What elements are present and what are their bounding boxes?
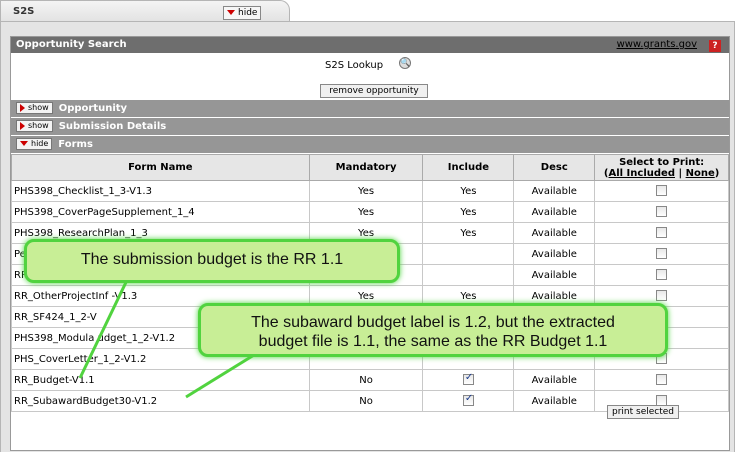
hide-label: hide — [238, 8, 258, 18]
tab-title: S2S — [13, 6, 35, 17]
section-title: Opportunity Search — [16, 39, 127, 50]
desc-cell: Available — [513, 264, 596, 286]
print-selected-button[interactable]: print selected — [607, 405, 679, 419]
include-checkbox[interactable] — [462, 372, 474, 386]
forms-subsection: hide Forms — [11, 136, 729, 153]
callout-submission-budget: The submission budget is the RR 1.1 — [24, 239, 400, 283]
print-cell — [594, 264, 729, 286]
print-cell — [594, 180, 729, 202]
forms-table-header: Form Name Mandatory Include Desc Select … — [11, 154, 729, 181]
lookup-magnifier-icon[interactable]: 🔍 — [399, 57, 411, 69]
s2s-lookup-label: S2S Lookup — [325, 60, 384, 71]
table-row: PHS398_Checklist_1_3-V1.3 Yes Yes Available — [11, 180, 729, 202]
callout2-line2: budget file is 1.1, the same as the RR B… — [258, 333, 608, 350]
subsection-title: Opportunity — [58, 103, 128, 114]
print-cell — [594, 222, 729, 244]
form-name-cell: RR_Budget-V1.1 — [11, 369, 310, 391]
print-checkbox[interactable] — [656, 248, 668, 260]
print-checkbox[interactable] — [656, 206, 668, 218]
print-checkbox[interactable] — [656, 269, 668, 281]
col-form-name: Form Name — [11, 154, 310, 181]
mandatory-cell: No — [308, 390, 424, 412]
col-include: Include — [422, 154, 515, 181]
form-name-cell: RR_SubawardBudget30-V1.2 — [11, 390, 310, 412]
show-opportunity-button[interactable]: show — [16, 102, 53, 114]
form-name-cell: PHS398_Checklist_1_3-V1.3 — [11, 180, 310, 202]
print-checkbox[interactable] — [656, 227, 668, 239]
callout1-text: The submission budget is the RR 1.1 — [80, 251, 344, 268]
include-cell: Yes — [422, 201, 515, 223]
separator: | — [678, 167, 683, 179]
desc-cell: Available — [513, 201, 596, 223]
include-cell: Yes — [422, 180, 515, 202]
button-label: show — [28, 103, 49, 112]
show-submission-details-button[interactable]: show — [16, 120, 53, 132]
hide-tab-button[interactable]: hide — [223, 6, 261, 20]
expand-arrow-icon — [20, 121, 25, 130]
table-row: PHS398_CoverPageSupplement_1_4 Yes Yes Avai… — [11, 201, 729, 223]
desc-cell: Available — [513, 243, 596, 265]
print-checkbox[interactable] — [656, 290, 668, 302]
table-row: RR_Budget-V1.1No Available — [11, 369, 729, 391]
submission-details-subsection: show Submission Details — [11, 118, 729, 135]
help-icon[interactable]: ? — [709, 40, 721, 52]
callout-subaward-budget: The subaward budget label is 1.2, but th… — [198, 303, 668, 357]
include-checkbox[interactable] — [462, 393, 474, 407]
callout2-line1: The subaward budget label is 1.2, but th… — [251, 314, 615, 331]
select-to-print-label: Select to Print: — [619, 156, 705, 168]
print-cell — [594, 369, 729, 391]
forms-table: Form Name Mandatory Include Desc Select … — [11, 154, 729, 412]
print-checkbox[interactable] — [656, 374, 668, 386]
print-checkbox[interactable] — [656, 185, 668, 197]
include-cell — [422, 243, 515, 265]
include-cell: Yes — [422, 222, 515, 244]
opportunity-search-header: Opportunity Search www.grants.gov ? — [11, 37, 729, 53]
mandatory-cell: Yes — [308, 180, 424, 202]
collapse-arrow-icon — [20, 141, 28, 146]
button-label: hide — [31, 139, 49, 148]
col-desc: Desc — [513, 154, 596, 181]
desc-cell: Available — [513, 390, 596, 412]
s2s-panel: Opportunity Search www.grants.gov ? S2S … — [0, 21, 735, 452]
none-link[interactable]: None — [686, 168, 715, 179]
subsection-title: Forms — [58, 139, 93, 150]
mandatory-cell: No — [308, 369, 424, 391]
opportunity-subsection: show Opportunity — [11, 100, 729, 117]
hide-forms-button[interactable]: hide — [16, 138, 53, 150]
mandatory-cell: Yes — [308, 201, 424, 223]
col-select-to-print: Select to Print: (All Included | None) — [594, 154, 729, 181]
desc-cell: Available — [513, 180, 596, 202]
print-cell — [594, 243, 729, 265]
print-cell — [594, 201, 729, 223]
s2s-tab: S2S hide — [0, 0, 290, 22]
subsection-title: Submission Details — [58, 121, 167, 132]
include-cell — [422, 264, 515, 286]
col-mandatory: Mandatory — [308, 154, 424, 181]
collapse-arrow-icon — [227, 10, 235, 15]
expand-arrow-icon — [20, 103, 25, 112]
desc-cell: Available — [513, 369, 596, 391]
include-cell — [422, 369, 515, 391]
remove-opportunity-button[interactable]: remove opportunity — [320, 84, 428, 98]
grants-gov-link[interactable]: www.grants.gov — [617, 39, 697, 51]
form-name-cell: PHS398_CoverPageSupplement_1_4 — [11, 201, 310, 223]
include-cell — [422, 390, 515, 412]
button-label: show — [28, 121, 49, 130]
all-included-link[interactable]: All Included — [608, 168, 675, 179]
desc-cell: Available — [513, 222, 596, 244]
